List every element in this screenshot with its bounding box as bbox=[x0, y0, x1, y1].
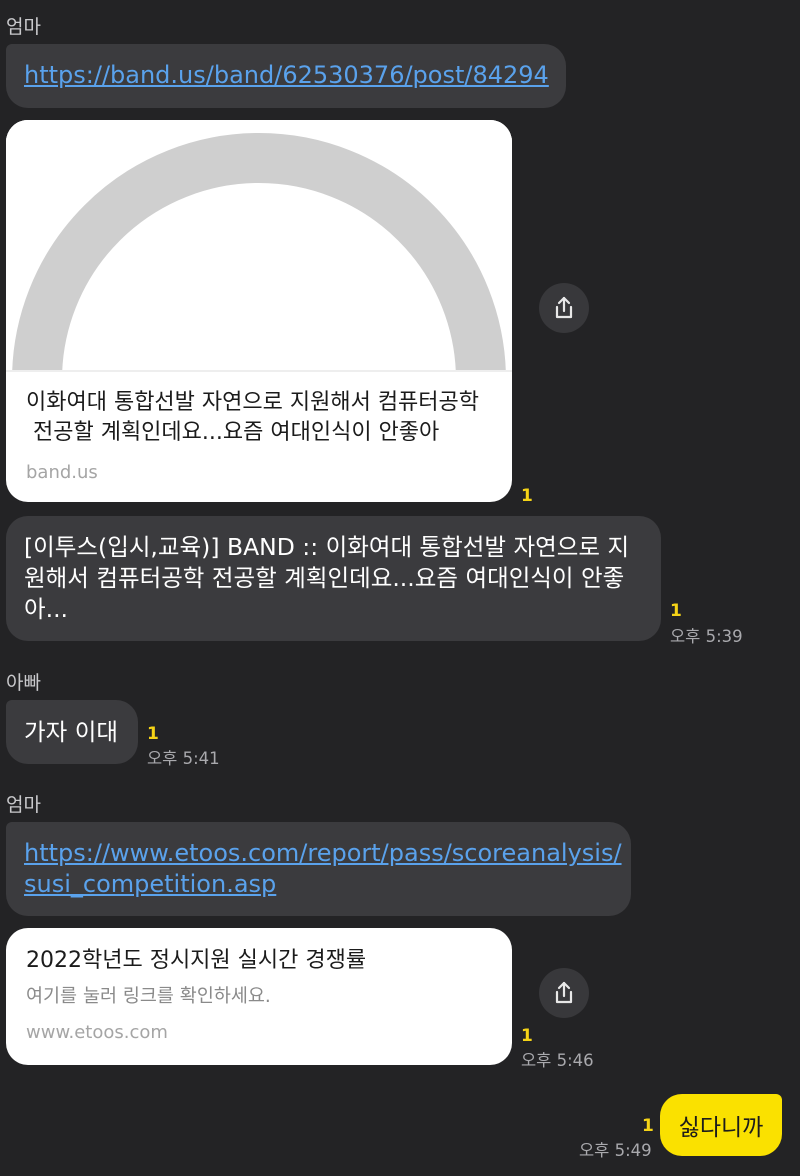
message-time: 오후 5:39 bbox=[670, 627, 743, 646]
preview-title-line: 이화여대 통합선발 자연으로 지원해서 컴퓨터공학 bbox=[26, 390, 480, 415]
message-time: 오후 5:46 bbox=[521, 1051, 594, 1070]
preview-description: 여기를 눌러 링크를 확인하세요. bbox=[26, 986, 271, 1007]
message-text-line: 원해서 컴퓨터공학 전공할 계획인데요...요즘 여대인식이 안좋 bbox=[24, 564, 625, 592]
text-message-bubble[interactable]: [이투스(입시,교육)] BAND :: 이화여대 통합선발 자연으로 지 원해… bbox=[6, 516, 661, 641]
preview-title: 2022학년도 정시지원 실시간 경쟁률 bbox=[26, 948, 367, 973]
link-message-bubble[interactable]: https://band.us/band/62530376/post/84294 bbox=[6, 44, 566, 108]
text-message-bubble[interactable]: 가자 이대 bbox=[6, 700, 138, 764]
thumbnail-image bbox=[6, 120, 512, 372]
message-text-line: [이투스(입시,교육)] BAND :: 이화여대 통합선발 자연으로 지 bbox=[24, 533, 630, 561]
message-text: 싫다니까 bbox=[678, 1115, 764, 1141]
message-text: 가자 이대 bbox=[24, 717, 118, 746]
sender-name: 엄마 bbox=[6, 16, 41, 38]
message-text-line: 아... bbox=[24, 595, 69, 623]
share-icon bbox=[555, 296, 573, 319]
share-button[interactable] bbox=[539, 283, 589, 333]
preview-domain: www.etoos.com bbox=[26, 1022, 168, 1043]
preview-thumbnail bbox=[6, 120, 512, 372]
unread-count: 1 bbox=[521, 486, 533, 506]
link-message-bubble[interactable]: https://www.etoos.com/report/pass/scorea… bbox=[6, 822, 631, 916]
unread-count: 1 bbox=[521, 1026, 533, 1046]
unread-count: 1 bbox=[670, 601, 682, 621]
message-link-line[interactable]: https://www.etoos.com/report/pass/scorea… bbox=[24, 838, 622, 869]
my-message-bubble[interactable]: 싫다니까 bbox=[660, 1094, 782, 1156]
message-link-line[interactable]: susi_competition.asp bbox=[24, 869, 613, 900]
share-icon bbox=[555, 981, 573, 1004]
sender-name: 엄마 bbox=[6, 794, 41, 816]
share-button[interactable] bbox=[539, 968, 589, 1018]
message-time: 오후 5:41 bbox=[147, 749, 220, 768]
link-preview-card[interactable]: 이화여대 통합선발 자연으로 지원해서 컴퓨터공학 전공할 계획인데요...요즘… bbox=[6, 120, 512, 502]
message-time: 오후 5:49 bbox=[579, 1141, 652, 1160]
preview-title-line: 전공할 계획인데요...요즘 여대인식이 안좋아 bbox=[26, 420, 440, 445]
unread-count: 1 bbox=[642, 1116, 654, 1136]
sender-name: 아빠 bbox=[6, 672, 41, 694]
unread-count: 1 bbox=[147, 724, 159, 744]
preview-domain: band.us bbox=[26, 462, 98, 483]
message-link[interactable]: https://band.us/band/62530376/post/84294 bbox=[24, 61, 549, 89]
link-preview-card[interactable]: 2022학년도 정시지원 실시간 경쟁률 여기를 눌러 링크를 확인하세요. w… bbox=[6, 928, 512, 1065]
